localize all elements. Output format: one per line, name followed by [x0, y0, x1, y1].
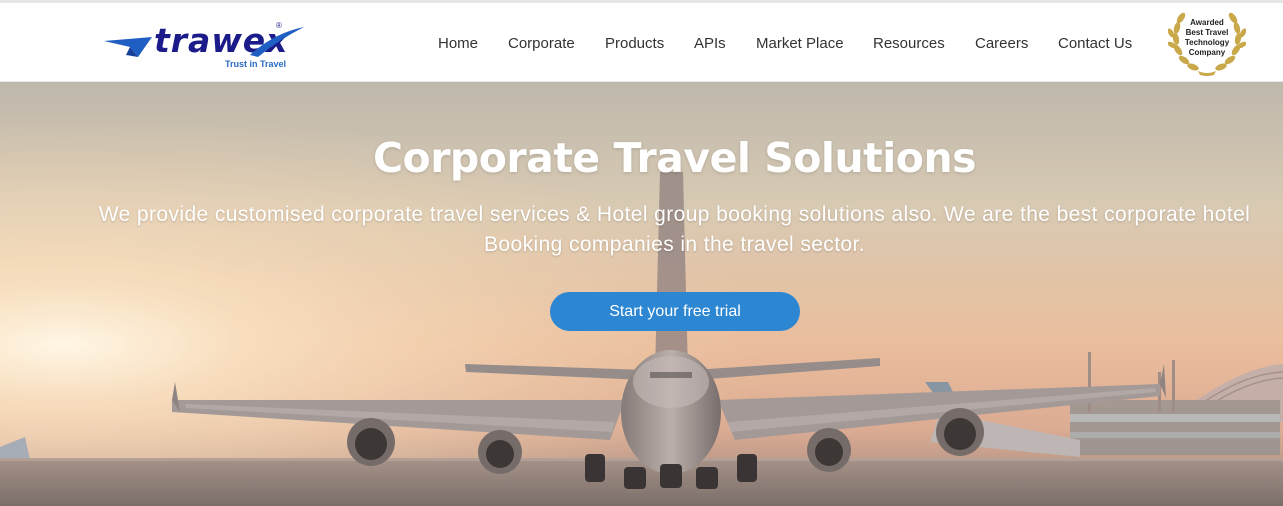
registered-mark: ® [276, 21, 282, 30]
award-badge: Awarded Best Travel Technology Company [1168, 9, 1246, 77]
hero-subtitle-line: We provide customised corporate travel s… [98, 203, 1251, 226]
award-text: Awarded Best Travel Technology Company [1177, 18, 1237, 58]
nav-corporate[interactable]: Corporate [508, 33, 575, 55]
nav-products[interactable]: Products [605, 33, 664, 55]
nav-contact-us[interactable]: Contact Us [1058, 33, 1132, 55]
hero-title: Corporate Travel Solutions [372, 134, 977, 182]
nav-home[interactable]: Home [438, 33, 478, 55]
nav-apis[interactable]: APIs [694, 33, 726, 55]
logo-tagline: Trust in Travel [225, 59, 287, 69]
nav-market-place[interactable]: Market Place [756, 33, 844, 55]
award-line: Company [1188, 48, 1226, 57]
award-line: Best Travel [1185, 28, 1229, 37]
nav-resources[interactable]: Resources [873, 33, 945, 55]
nav-careers[interactable]: Careers [975, 33, 1028, 55]
main-nav: Home Corporate Products APIs Market Plac… [0, 33, 1283, 55]
start-free-trial-button[interactable]: Start your free trial [550, 292, 800, 331]
award-line: Awarded [1190, 18, 1224, 27]
hero-section: Corporate Travel Solutions We provide cu… [0, 82, 1283, 506]
site-header: trawex ® Trust in Travel Home Corporate … [0, 3, 1283, 82]
award-line: Technology [1184, 38, 1230, 47]
hero-subtitle: We provide customised corporate travel s… [0, 200, 1283, 260]
hero-subtitle-line: Booking companies in the travel sector. [484, 233, 865, 256]
